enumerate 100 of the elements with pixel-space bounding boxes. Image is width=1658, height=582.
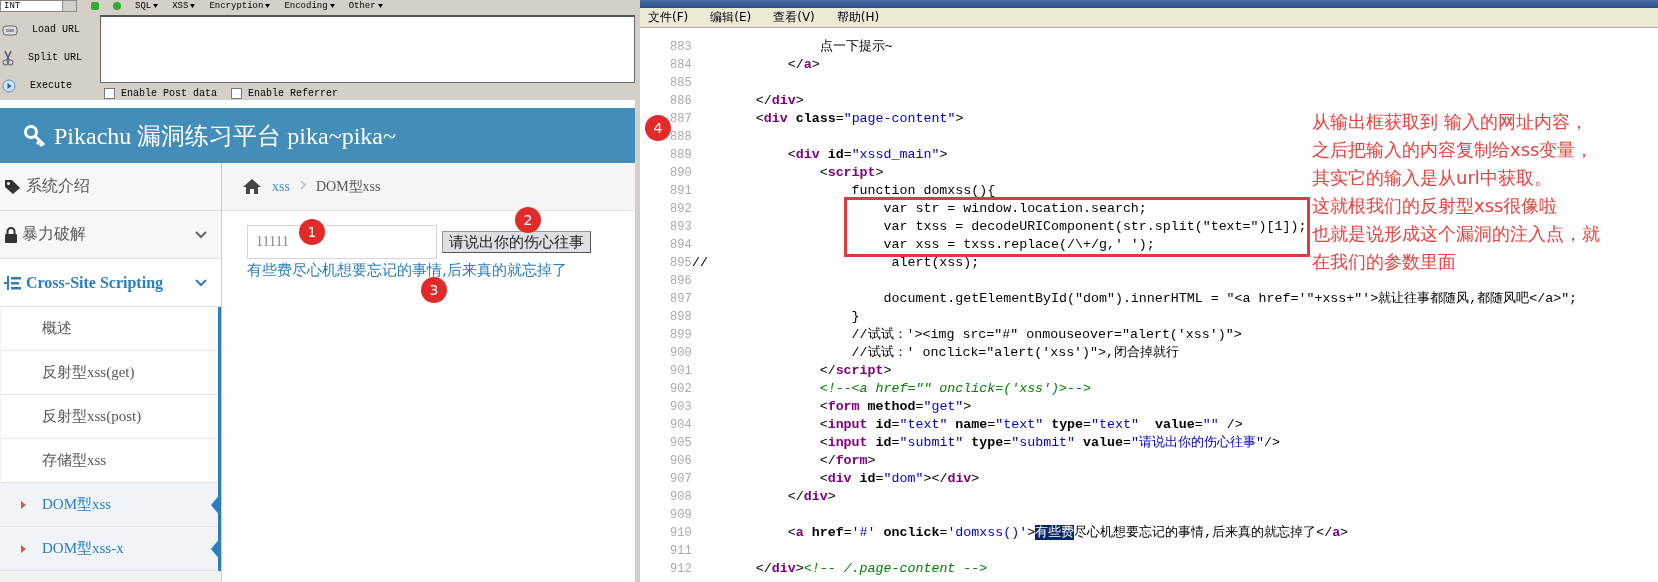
submenu-item[interactable]: DOM型xss-x	[1, 527, 218, 571]
checkbox[interactable]	[104, 87, 115, 99]
breadcrumb-current: DOM型xss	[315, 177, 381, 196]
line-number: 904	[669, 417, 692, 434]
checkbox-label: Enable Referrer	[248, 87, 339, 99]
code-line: </a>	[786, 56, 820, 74]
number-marker: 4	[645, 115, 671, 141]
line-number: 896	[669, 273, 692, 290]
site-title: Pikachu 漏洞练习平台 pika~pika~	[54, 121, 396, 151]
submenu-item[interactable]: 反射型xss(get)	[1, 351, 218, 395]
code-line: // alert(xss);	[692, 254, 980, 272]
code-line: }	[850, 308, 860, 326]
line-number: 911	[669, 543, 692, 560]
code-line: 点一下提示~	[818, 38, 893, 56]
code-line: function domxss(){	[850, 182, 996, 200]
annotation-text: 之后把输入的内容复制给xss变量，	[1312, 138, 1595, 162]
chevron-down-icon	[195, 230, 207, 239]
caret-icon	[153, 4, 159, 8]
line-number: 899	[669, 327, 692, 344]
line-number: 901	[669, 363, 692, 380]
submenu-item[interactable]: 概述	[1, 307, 218, 351]
play-icon	[2, 78, 16, 93]
caret-icon	[329, 4, 335, 8]
output-link[interactable]: 有些费尽心机想要忘记的事情,后来真的就忘掉了	[247, 261, 567, 280]
option-checkbox[interactable]: Enable Referrer	[231, 87, 339, 99]
annotation-text: 其实它的输入是从url中获取。	[1312, 166, 1553, 190]
code-line: var xss = txss.replace(/\+/g,' ');	[882, 236, 1155, 254]
hackbar-button[interactable]: Load URL	[0, 22, 100, 37]
hackbar-menu[interactable]: XSS	[172, 1, 196, 11]
hackbar-button[interactable]: Execute	[0, 78, 100, 93]
line-number: 908	[669, 489, 692, 506]
chevron-down-icon	[195, 278, 207, 287]
sidebar-item[interactable]: 系统介绍	[0, 163, 221, 211]
home-icon[interactable]	[242, 178, 262, 195]
line-number: 902	[669, 381, 692, 398]
code-line: </div>	[754, 92, 804, 110]
code-line: <div class="page-content">	[754, 110, 964, 128]
code-line: <script>	[818, 164, 884, 182]
code-line: </div>	[786, 488, 836, 506]
lock-icon	[4, 226, 18, 243]
tag-icon	[4, 178, 22, 195]
code-line: //试试：'><img src="#" onmouseover="alert('xss')">	[850, 326, 1242, 344]
hackbar-menu[interactable]: Other	[348, 1, 383, 11]
menu-item[interactable]: 编辑(E)	[710, 9, 752, 26]
submenu-item[interactable]: 存储型xss	[1, 439, 218, 483]
encoding-dropdown[interactable]: INT	[0, 0, 77, 12]
code-line: </form>	[818, 452, 876, 470]
line-number: 890	[669, 165, 692, 182]
code-line: <div id="xssd_main">	[786, 146, 948, 164]
scissors-icon	[2, 49, 14, 66]
code-line: </div><!-- /.page-content -->	[754, 560, 988, 578]
line-number: 909	[669, 507, 692, 524]
line-number: 885	[669, 75, 692, 92]
line-number: 891	[669, 183, 692, 200]
sidebar-item[interactable]: 暴力破解	[0, 211, 221, 259]
line-number: 886	[669, 93, 692, 110]
hackbar-menu[interactable]: Encoding	[284, 1, 335, 11]
line-number: 889	[669, 147, 692, 164]
line-number: 906	[669, 453, 692, 470]
code-line: </script>	[818, 362, 892, 380]
line-number: 884	[669, 57, 692, 74]
caret-icon	[190, 4, 196, 8]
caret-icon	[265, 4, 271, 8]
line-number: 894	[669, 237, 692, 254]
caret-icon	[377, 4, 383, 8]
line-number: 903	[669, 399, 692, 416]
line-number: 907	[669, 471, 692, 488]
annotation-text: 从输出框获取到 输入的网址内容，	[1312, 110, 1589, 134]
hackbar-menu[interactable]: SQL	[135, 1, 159, 11]
annotation-text: 也就是说形成这个漏洞的注入点，就	[1312, 222, 1600, 246]
submenu-item[interactable]: DOM型xss	[1, 483, 218, 527]
line-number: 910	[669, 525, 692, 542]
menu-item[interactable]: 帮助(H)	[836, 9, 880, 26]
list-tree-icon	[4, 274, 22, 291]
annotation-text: 这就根我们的反射型xss很像啦	[1312, 194, 1559, 218]
code-line: //试试：' onclick="alert('xss')">,闭合掉就行	[850, 344, 1179, 362]
hackbar-button[interactable]: Split URL	[0, 49, 100, 66]
line-number: 900	[669, 345, 692, 362]
line-number: 893	[669, 219, 692, 236]
sidebar-item[interactable]: Cross-Site Scripting	[0, 259, 221, 307]
line-number: 897	[669, 291, 692, 308]
checkbox[interactable]	[231, 87, 242, 99]
submit-button[interactable]: 请说出你的伤心往事	[442, 231, 591, 253]
submenu-item[interactable]: 反射型xss(post)	[1, 395, 218, 439]
hackbar-menu[interactable]: Encryption	[209, 1, 271, 11]
line-number: 905	[669, 435, 692, 452]
line-number: 895	[669, 255, 692, 272]
annotation-text: 在我们的参数里面	[1312, 250, 1457, 274]
code-line: var str = window.location.search;	[882, 200, 1147, 218]
option-checkbox[interactable]: Enable Post data	[104, 87, 217, 99]
menu-item[interactable]: 查看(V)	[773, 9, 815, 26]
url-field[interactable]	[100, 15, 635, 83]
line-number: 892	[669, 201, 692, 218]
link-icon	[2, 22, 18, 37]
line-number: 898	[669, 309, 692, 326]
menu-item[interactable]: 文件(F)	[648, 9, 689, 26]
code-line: <!--<a href="" onclick=('xss')>-->	[818, 380, 1091, 398]
key-icon	[24, 124, 46, 147]
code-line: <input id="text" name="text" type="text" value="" />	[818, 416, 1243, 434]
code-line: var txss = decodeURIComponent(str.split("text=")[1]);	[882, 218, 1307, 236]
